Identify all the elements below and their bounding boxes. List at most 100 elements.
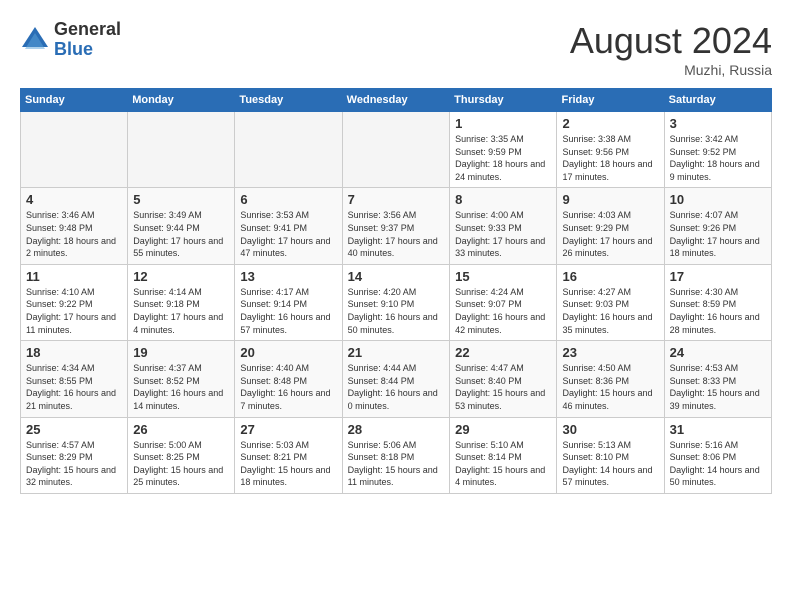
day-detail: Sunrise: 4:47 AM Sunset: 8:40 PM Dayligh… — [455, 362, 551, 412]
calendar-day: 24Sunrise: 4:53 AM Sunset: 8:33 PM Dayli… — [664, 341, 771, 417]
day-detail: Sunrise: 3:35 AM Sunset: 9:59 PM Dayligh… — [455, 133, 551, 183]
day-detail: Sunrise: 3:56 AM Sunset: 9:37 PM Dayligh… — [348, 209, 444, 259]
calendar-day: 22Sunrise: 4:47 AM Sunset: 8:40 PM Dayli… — [450, 341, 557, 417]
day-detail: Sunrise: 3:53 AM Sunset: 9:41 PM Dayligh… — [240, 209, 336, 259]
day-number: 19 — [133, 345, 229, 360]
day-detail: Sunrise: 4:24 AM Sunset: 9:07 PM Dayligh… — [455, 286, 551, 336]
calendar-day: 30 Sunrise: 5:13 AM Sunset: 8:10 PM Dayli… — [557, 417, 664, 493]
day-number: 6 — [240, 192, 336, 207]
month-title: August 2024 — [570, 20, 772, 62]
logo-icon — [20, 25, 50, 55]
calendar-day: 29 Sunrise: 5:10 AM Sunset: 8:14 PM Dayli… — [450, 417, 557, 493]
day-detail: Sunrise: 4:50 AM Sunset: 8:36 PM Dayligh… — [562, 362, 658, 412]
day-detail: Sunrise: 4:03 AM Sunset: 9:29 PM Dayligh… — [562, 209, 658, 259]
day-number: 3 — [670, 116, 766, 131]
day-number: 7 — [348, 192, 444, 207]
day-header-saturday: Saturday — [664, 89, 771, 112]
calendar-day: 3Sunrise: 3:42 AM Sunset: 9:52 PM Daylig… — [664, 112, 771, 188]
day-detail: Sunrise: 5:03 AM Sunset: 8:21 PM Dayligh… — [240, 439, 336, 489]
calendar-day: 26 Sunrise: 5:00 AM Sunset: 8:25 PM Dayli… — [128, 417, 235, 493]
day-header-thursday: Thursday — [450, 89, 557, 112]
day-number: 1 — [455, 116, 551, 131]
calendar-day: 9 Sunrise: 4:03 AM Sunset: 9:29 PM Daylig… — [557, 188, 664, 264]
logo-blue: Blue — [54, 40, 121, 60]
calendar-day: 7 Sunrise: 3:56 AM Sunset: 9:37 PM Daylig… — [342, 188, 449, 264]
calendar-day: 27 Sunrise: 5:03 AM Sunset: 8:21 PM Dayli… — [235, 417, 342, 493]
day-number: 12 — [133, 269, 229, 284]
calendar-day: 12 Sunrise: 4:14 AM Sunset: 9:18 PM Dayli… — [128, 264, 235, 340]
day-number: 21 — [348, 345, 444, 360]
day-detail: Sunrise: 4:20 AM Sunset: 9:10 PM Dayligh… — [348, 286, 444, 336]
day-number: 25 — [26, 422, 122, 437]
day-number: 4 — [26, 192, 122, 207]
calendar-day: 17 Sunrise: 4:30 AM Sunset: 8:59 PM Dayli… — [664, 264, 771, 340]
calendar-day: 10 Sunrise: 4:07 AM Sunset: 9:26 PM Dayli… — [664, 188, 771, 264]
day-header-tuesday: Tuesday — [235, 89, 342, 112]
day-number: 26 — [133, 422, 229, 437]
day-number: 11 — [26, 269, 122, 284]
calendar-day: 13 Sunrise: 4:17 AM Sunset: 9:14 PM Dayli… — [235, 264, 342, 340]
day-number: 27 — [240, 422, 336, 437]
day-number: 17 — [670, 269, 766, 284]
location: Muzhi, Russia — [570, 62, 772, 78]
calendar-day: 6 Sunrise: 3:53 AM Sunset: 9:41 PM Daylig… — [235, 188, 342, 264]
calendar-day: 15 Sunrise: 4:24 AM Sunset: 9:07 PM Dayli… — [450, 264, 557, 340]
calendar-day: 1 Sunrise: 3:35 AM Sunset: 9:59 PM Daylig… — [450, 112, 557, 188]
logo-text: General Blue — [54, 20, 121, 60]
day-number: 15 — [455, 269, 551, 284]
day-detail: Sunrise: 5:10 AM Sunset: 8:14 PM Dayligh… — [455, 439, 551, 489]
day-number: 9 — [562, 192, 658, 207]
calendar-day: 5Sunrise: 3:49 AM Sunset: 9:44 PM Daylig… — [128, 188, 235, 264]
day-number: 13 — [240, 269, 336, 284]
day-number: 16 — [562, 269, 658, 284]
logo-general: General — [54, 20, 121, 40]
day-header-sunday: Sunday — [21, 89, 128, 112]
day-detail: Sunrise: 4:17 AM Sunset: 9:14 PM Dayligh… — [240, 286, 336, 336]
day-number: 29 — [455, 422, 551, 437]
day-number: 30 — [562, 422, 658, 437]
day-header-monday: Monday — [128, 89, 235, 112]
day-detail: Sunrise: 4:00 AM Sunset: 9:33 PM Dayligh… — [455, 209, 551, 259]
day-number: 10 — [670, 192, 766, 207]
day-number: 18 — [26, 345, 122, 360]
header-row: SundayMondayTuesdayWednesdayThursdayFrid… — [21, 89, 772, 112]
calendar-week: 4 Sunrise: 3:46 AM Sunset: 9:48 PM Daylig… — [21, 188, 772, 264]
day-detail: Sunrise: 4:34 AM Sunset: 8:55 PM Dayligh… — [26, 362, 122, 412]
calendar-day: 4 Sunrise: 3:46 AM Sunset: 9:48 PM Daylig… — [21, 188, 128, 264]
calendar-week: 1 Sunrise: 3:35 AM Sunset: 9:59 PM Daylig… — [21, 112, 772, 188]
day-number: 24 — [670, 345, 766, 360]
calendar-day — [235, 112, 342, 188]
calendar-day: 25 Sunrise: 4:57 AM Sunset: 8:29 PM Dayli… — [21, 417, 128, 493]
day-detail: Sunrise: 5:00 AM Sunset: 8:25 PM Dayligh… — [133, 439, 229, 489]
day-number: 8 — [455, 192, 551, 207]
calendar-day: 31Sunrise: 5:16 AM Sunset: 8:06 PM Dayli… — [664, 417, 771, 493]
calendar-week: 25 Sunrise: 4:57 AM Sunset: 8:29 PM Dayli… — [21, 417, 772, 493]
calendar-day — [21, 112, 128, 188]
day-detail: Sunrise: 4:27 AM Sunset: 9:03 PM Dayligh… — [562, 286, 658, 336]
day-header-friday: Friday — [557, 89, 664, 112]
calendar-day — [342, 112, 449, 188]
day-detail: Sunrise: 5:13 AM Sunset: 8:10 PM Dayligh… — [562, 439, 658, 489]
day-detail: Sunrise: 4:30 AM Sunset: 8:59 PM Dayligh… — [670, 286, 766, 336]
day-number: 23 — [562, 345, 658, 360]
calendar-day: 16 Sunrise: 4:27 AM Sunset: 9:03 PM Dayli… — [557, 264, 664, 340]
calendar-day: 23 Sunrise: 4:50 AM Sunset: 8:36 PM Dayli… — [557, 341, 664, 417]
calendar-day: 14 Sunrise: 4:20 AM Sunset: 9:10 PM Dayli… — [342, 264, 449, 340]
day-number: 14 — [348, 269, 444, 284]
day-detail: Sunrise: 4:14 AM Sunset: 9:18 PM Dayligh… — [133, 286, 229, 336]
day-detail: Sunrise: 3:46 AM Sunset: 9:48 PM Dayligh… — [26, 209, 122, 259]
day-header-wednesday: Wednesday — [342, 89, 449, 112]
day-detail: Sunrise: 4:57 AM Sunset: 8:29 PM Dayligh… — [26, 439, 122, 489]
calendar-day: 20 Sunrise: 4:40 AM Sunset: 8:48 PM Dayli… — [235, 341, 342, 417]
day-number: 20 — [240, 345, 336, 360]
day-number: 28 — [348, 422, 444, 437]
calendar-day: 2Sunrise: 3:38 AM Sunset: 9:56 PM Daylig… — [557, 112, 664, 188]
day-detail: Sunrise: 4:07 AM Sunset: 9:26 PM Dayligh… — [670, 209, 766, 259]
page-header: General Blue August 2024 Muzhi, Russia — [20, 20, 772, 78]
day-detail: Sunrise: 3:49 AM Sunset: 9:44 PM Dayligh… — [133, 209, 229, 259]
day-detail: Sunrise: 4:44 AM Sunset: 8:44 PM Dayligh… — [348, 362, 444, 412]
day-detail: Sunrise: 4:40 AM Sunset: 8:48 PM Dayligh… — [240, 362, 336, 412]
calendar-day: 8 Sunrise: 4:00 AM Sunset: 9:33 PM Daylig… — [450, 188, 557, 264]
calendar-week: 18 Sunrise: 4:34 AM Sunset: 8:55 PM Dayli… — [21, 341, 772, 417]
logo: General Blue — [20, 20, 121, 60]
